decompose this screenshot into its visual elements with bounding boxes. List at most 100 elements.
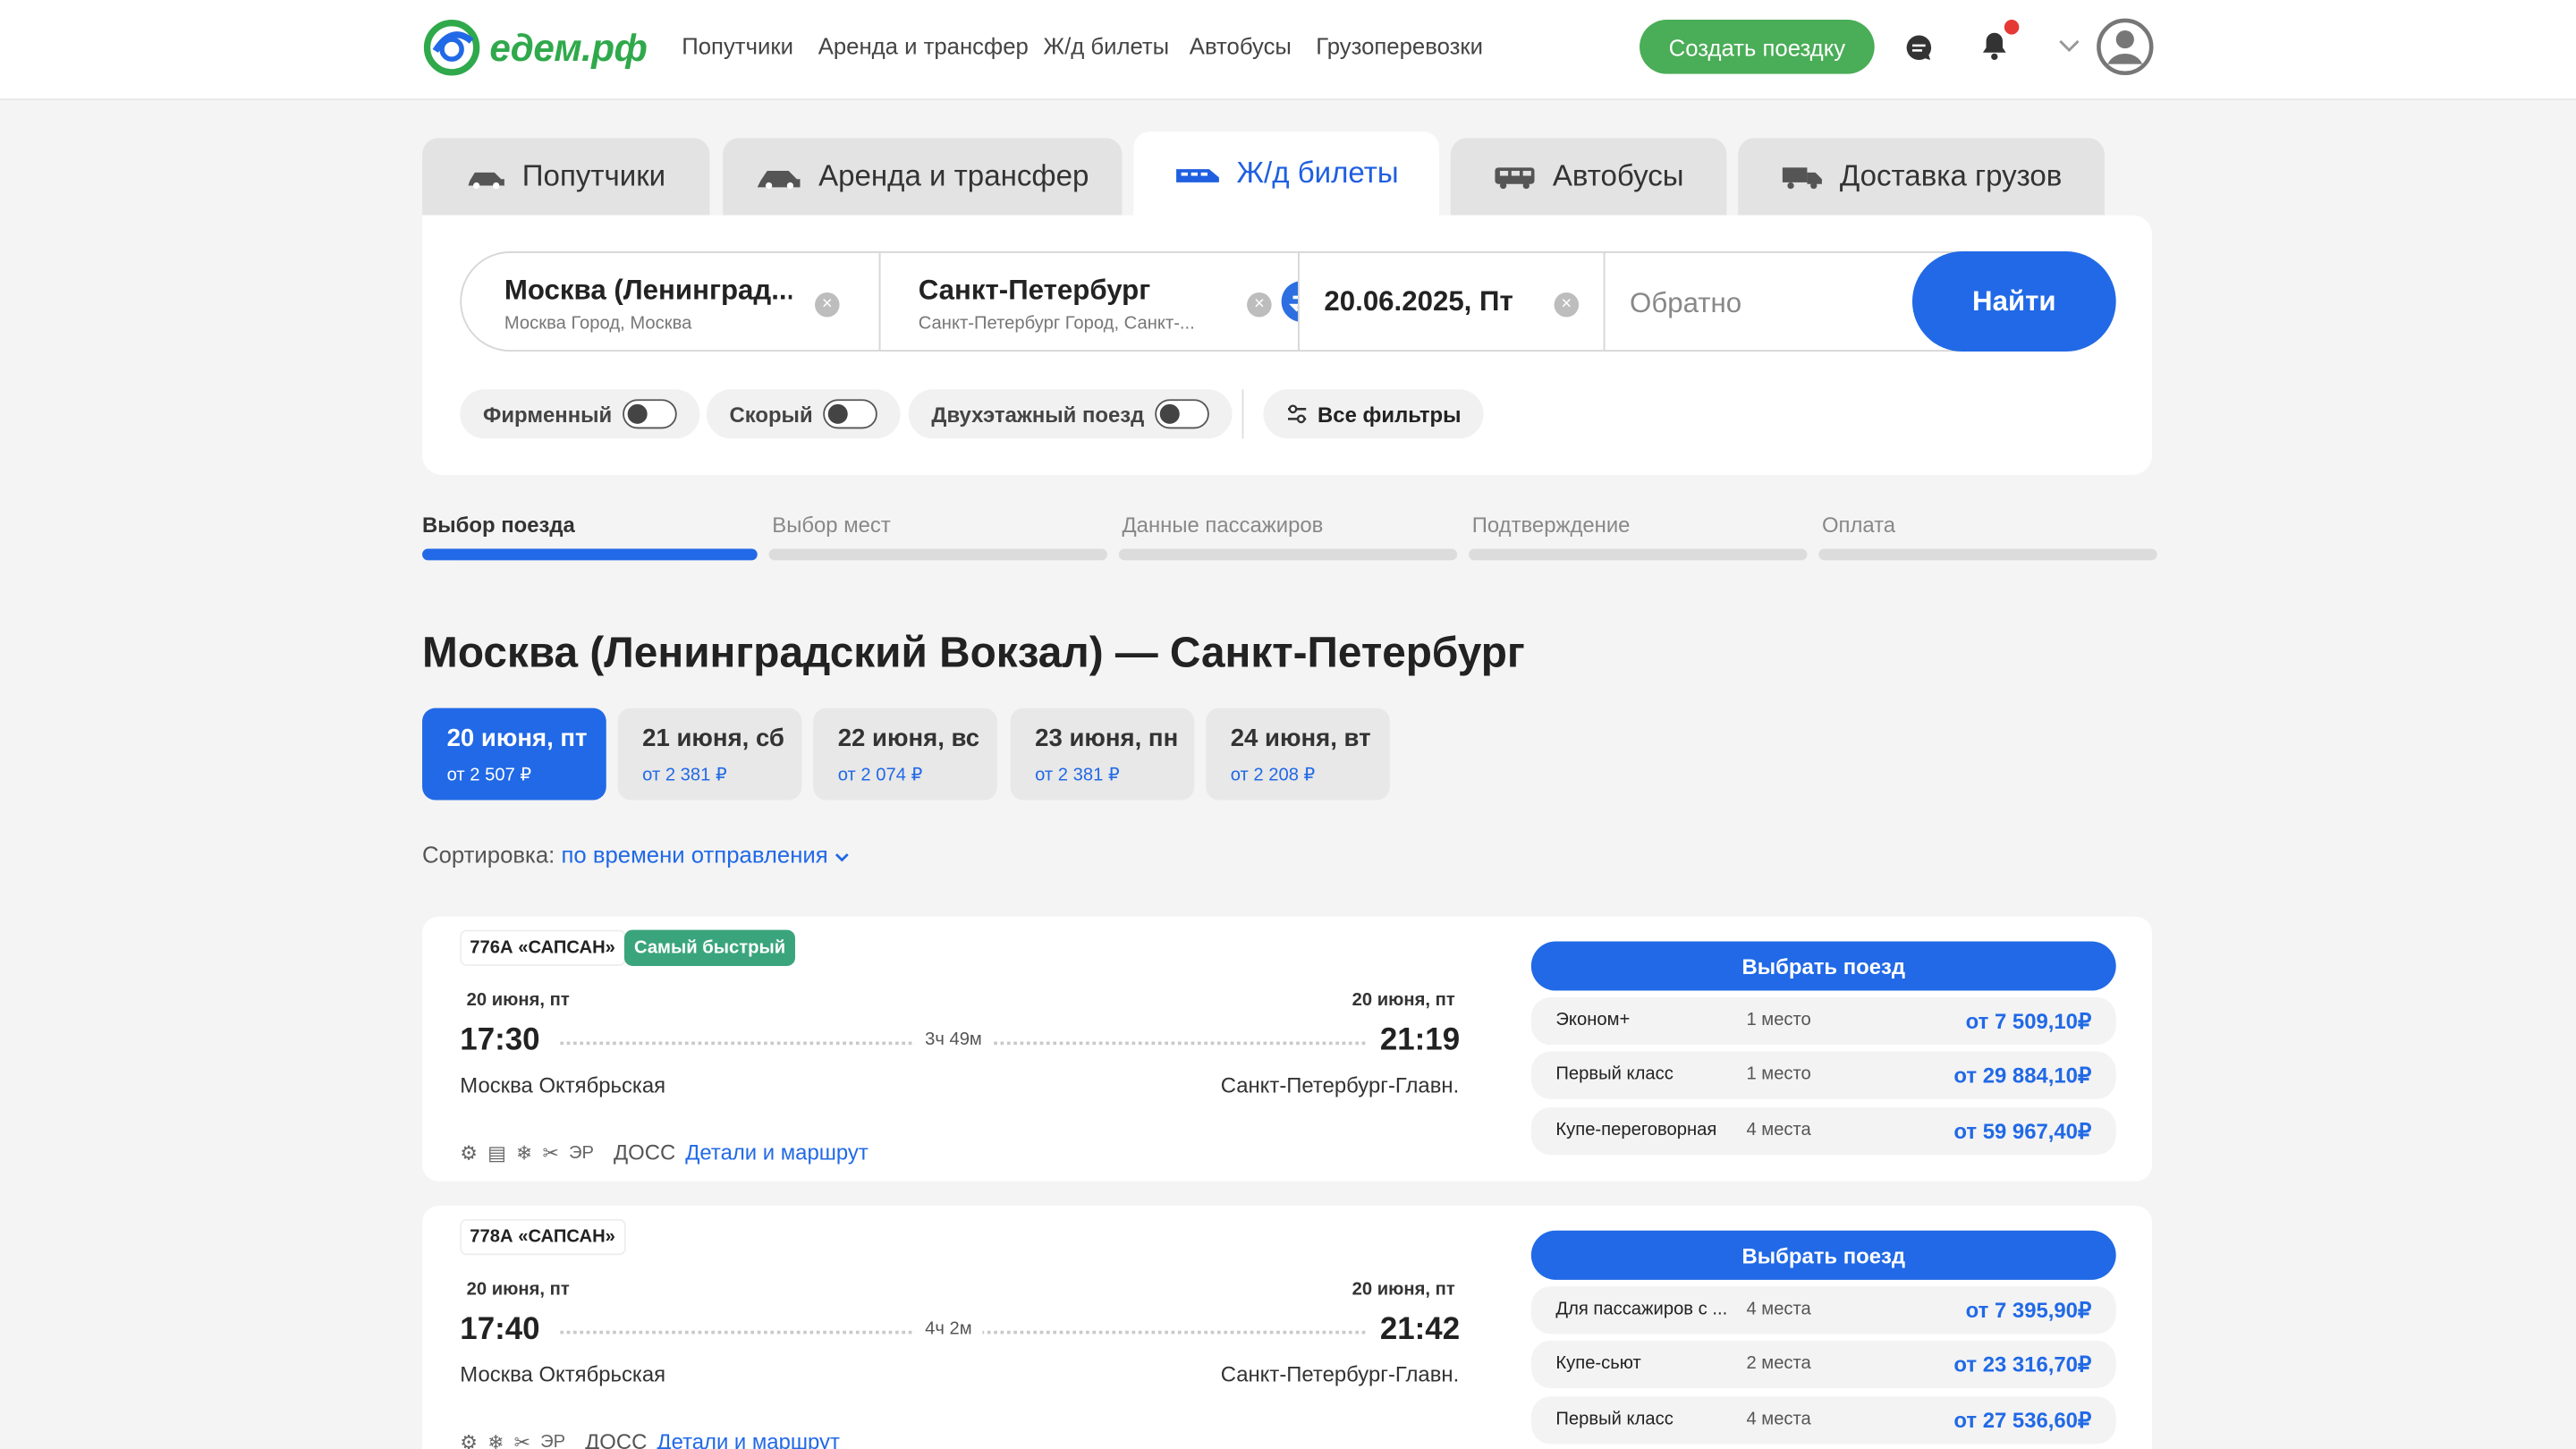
tab-label: Автобусы (1552, 159, 1684, 192)
fare-price: от 29 884,10₽ (1953, 1063, 2092, 1088)
departure-time: 17:30 (460, 1023, 540, 1058)
arrival-station: Санкт-Петербург-Главн. (1220, 1072, 1460, 1097)
chat-icon[interactable] (1904, 33, 1934, 63)
nav-buses[interactable]: Автобусы (1190, 33, 1292, 59)
filter-double-deck[interactable]: Двухэтажный поезд (908, 389, 1232, 439)
tab-label: Попутчики (521, 159, 666, 192)
fare-row[interactable]: Первый класс 4 места от 27 536,60₽ (1530, 1396, 2116, 1445)
select-train-button[interactable]: Выбрать поезд (1530, 941, 2116, 991)
date-option[interactable]: 20 июня, пт от 2 507 ₽ (422, 708, 606, 801)
step-bar (1118, 548, 1458, 561)
select-train-button[interactable]: Выбрать поезд (1530, 1230, 2116, 1280)
step-bar (1469, 548, 1808, 561)
arrival-station: Санкт-Петербург-Главн. (1220, 1361, 1460, 1387)
fare-row[interactable]: Купе-сьют 2 места от 23 316,70₽ (1530, 1340, 2116, 1389)
clear-date-icon[interactable]: × (1554, 292, 1580, 318)
avatar[interactable] (2097, 18, 2154, 76)
fare-row[interactable]: Купе-переговорная 4 места от 59 967,40₽ (1530, 1106, 2116, 1156)
clear-from-icon[interactable]: × (815, 292, 840, 318)
sort-dropdown[interactable]: по времени отправления (561, 841, 849, 868)
date-label: 24 июня, вт (1230, 724, 1371, 753)
create-trip-button[interactable]: Создать поездку (1640, 20, 1875, 74)
fare-price: от 7 509,10₽ (1965, 1008, 2092, 1034)
tab-buses[interactable]: Автобусы (1450, 138, 1727, 216)
all-filters-button[interactable]: Все фильтры (1263, 389, 1485, 439)
logo[interactable]: едем.рф (422, 18, 652, 77)
fare-seats: 4 места (1746, 1409, 1811, 1429)
fare-seats: 4 места (1746, 1120, 1811, 1140)
fare-row[interactable]: Для пассажиров с ... 4 места от 7 395,90… (1530, 1286, 2116, 1335)
fare-seats: 1 место (1746, 1064, 1811, 1085)
date-option[interactable]: 24 июня, вт от 2 208 ₽ (1206, 708, 1390, 801)
from-city: Москва Город, Москва (504, 313, 692, 334)
details-route-link[interactable]: Детали и маршрут (685, 1140, 869, 1165)
to-field[interactable]: Санкт-Петербург Санкт-Петербург Город, С… (878, 251, 1300, 352)
date-label: 21 июня, сб (642, 724, 784, 753)
fare-seats: 4 места (1746, 1299, 1811, 1319)
filter-branded[interactable]: Фирменный (460, 389, 699, 439)
date-option[interactable]: 21 июня, сб от 2 381 ₽ (617, 708, 802, 801)
find-button[interactable]: Найти (1911, 251, 2116, 352)
departure-date: 20 июня, пт (466, 1279, 570, 1300)
fare-row[interactable]: Первый класс 1 место от 29 884,10₽ (1530, 1051, 2116, 1099)
clear-to-icon[interactable]: × (1247, 292, 1272, 318)
amenity-icon: ⚙ (460, 1429, 479, 1449)
details-route-link[interactable]: Детали и маршрут (657, 1429, 840, 1449)
step-confirmation: Подтверждение (1471, 513, 1631, 538)
tab-label: Ж/д билеты (1236, 156, 1399, 190)
departure-station: Москва Октябрьская (460, 1072, 666, 1097)
from-station: Москва (Ленинград... (504, 274, 792, 306)
double-deck-toggle[interactable] (1154, 399, 1208, 429)
train-card: 778А «САПСАН» 20 июня, пт 20 июня, пт 17… (422, 1206, 2153, 1449)
step-choose-train: Выбор поезда (422, 513, 575, 538)
sort-value: по времени отправления (561, 841, 828, 868)
logo-icon (423, 20, 480, 76)
date-option[interactable]: 23 июня, пн от 2 381 ₽ (1010, 708, 1195, 801)
fare-seats: 2 места (1746, 1353, 1811, 1374)
fare-class: Первый класс (1555, 1064, 1674, 1085)
train-number: 776А «САПСАН» (460, 929, 625, 966)
date-option[interactable]: 22 июня, вс от 2 074 ₽ (813, 708, 997, 801)
step-bar (1818, 548, 2157, 561)
nav-rail-tickets[interactable]: Ж/д билеты (1043, 33, 1169, 59)
amenities: ⚙ ▤ ❄ ✂ ЭР ДОСС Детали и маршрут (460, 1140, 868, 1165)
date-value: 20.06.2025, Пт (1324, 285, 1513, 318)
branded-toggle[interactable] (622, 399, 676, 429)
snowflake-icon: ❄ (487, 1429, 504, 1449)
chevron-down-icon[interactable] (2058, 39, 2080, 55)
nav-poputchiki[interactable]: Попутчики (682, 33, 793, 59)
train-number: 778А «САПСАН» (460, 1218, 625, 1256)
date-label: 23 июня, пн (1035, 724, 1179, 753)
arrival-date: 20 июня, пт (1352, 1279, 1455, 1300)
tab-cargo[interactable]: Доставка грузов (1738, 138, 2105, 216)
step-choose-seats: Выбор мест (772, 513, 891, 538)
restaurant-icon: ✂ (513, 1429, 531, 1449)
departure-date: 20 июня, пт (466, 990, 570, 1011)
to-station: Санкт-Петербург (918, 274, 1151, 306)
fare-class: Эконом+ (1555, 1010, 1631, 1030)
er-label: ЭР (540, 1431, 566, 1449)
nav-rent-transfer[interactable]: Аренда и трансфер (818, 33, 1029, 59)
from-field[interactable]: Москва (Ленинград... Москва Город, Москв… (460, 251, 881, 352)
date-field[interactable]: 20.06.2025, Пт × (1298, 251, 1606, 352)
filters-icon (1287, 404, 1307, 424)
tab-poputchiki[interactable]: Попутчики (422, 138, 710, 216)
fare-price: от 7 395,90₽ (1965, 1298, 2092, 1323)
tab-rent-transfer[interactable]: Аренда и трансфер (723, 138, 1123, 216)
car-icon (468, 171, 504, 189)
return-field[interactable]: Обратно (1603, 251, 1965, 352)
nav-cargo[interactable]: Грузоперевозки (1316, 33, 1483, 59)
bell-icon[interactable] (1978, 30, 2011, 63)
departure-time: 17:40 (460, 1312, 540, 1348)
fare-price: от 27 536,60₽ (1953, 1408, 2092, 1433)
search-panel: Москва (Ленинград... Москва Город, Москв… (422, 215, 2153, 475)
step-bar (768, 548, 1107, 561)
top-header: едем.рф Попутчики Аренда и трансфер Ж/д … (0, 0, 2576, 101)
amenity-icon: ▤ (487, 1140, 506, 1165)
fare-row[interactable]: Эконом+ 1 место от 7 509,10₽ (1530, 996, 2116, 1046)
filter-fast[interactable]: Скорый (706, 389, 900, 439)
fast-toggle[interactable] (822, 399, 877, 429)
sort-label: Сортировка: (422, 841, 555, 868)
filter-label: Двухэтажный поезд (931, 402, 1145, 427)
tab-rail-tickets[interactable]: Ж/д билеты (1133, 131, 1439, 216)
